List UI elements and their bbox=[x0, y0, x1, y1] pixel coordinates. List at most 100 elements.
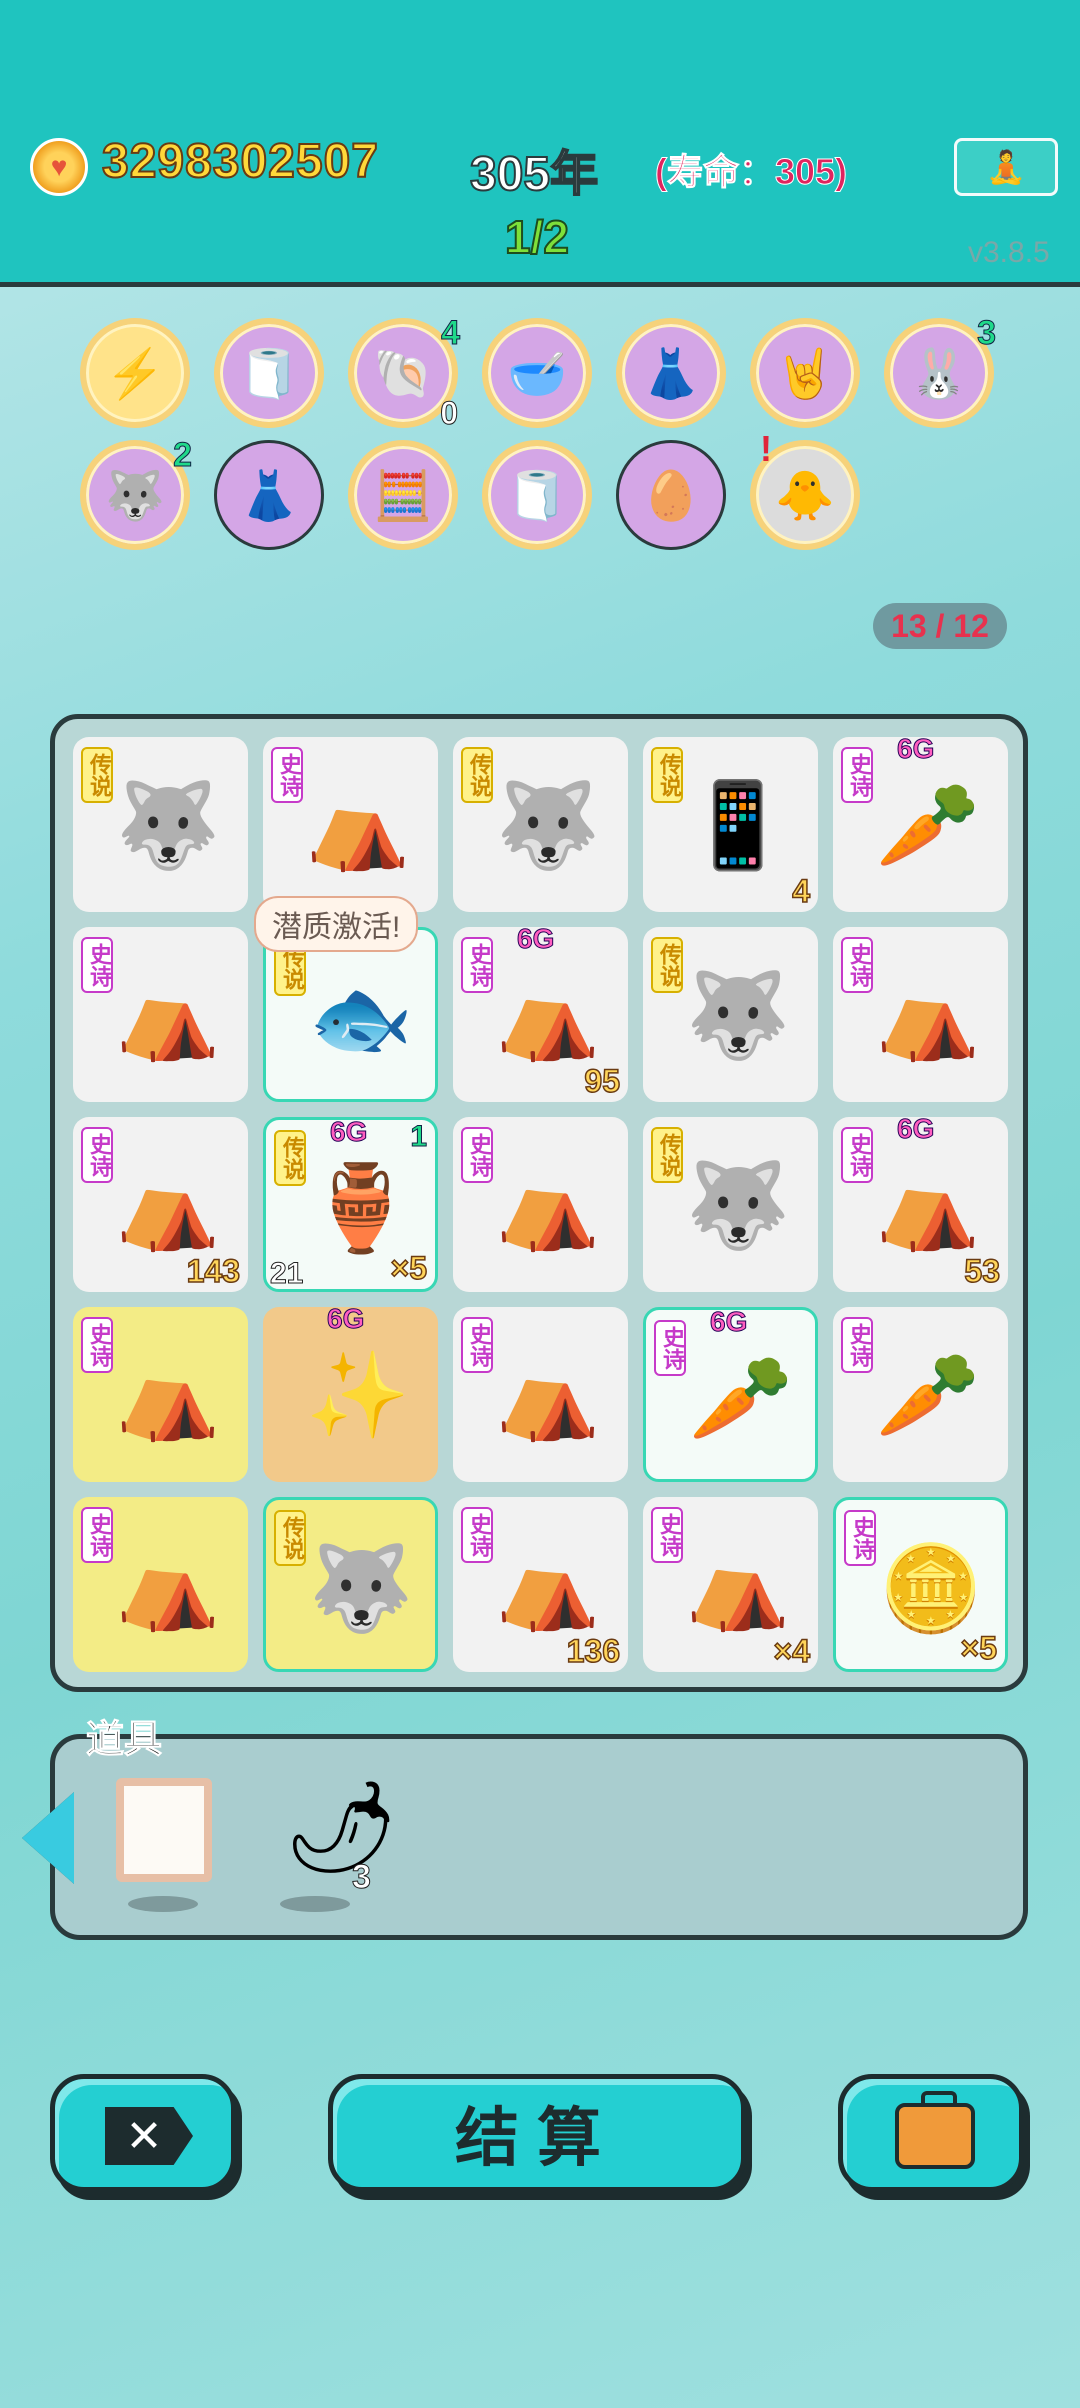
exit-button[interactable]: ✕ bbox=[50, 2074, 236, 2192]
board-cell[interactable]: 史诗 ⛺ 6G 53 bbox=[833, 1113, 1008, 1292]
generation-tag: 6G bbox=[326, 1303, 365, 1335]
badge-lightning[interactable]: ⚡ bbox=[80, 318, 190, 428]
generation-tag: 6G bbox=[896, 1113, 935, 1145]
badge-count: 4 bbox=[441, 314, 461, 353]
item-chili[interactable]: 🌶 bbox=[284, 1778, 398, 1878]
rarity-tag: 传说 bbox=[651, 937, 683, 993]
badge-skirt[interactable]: 👗 bbox=[616, 318, 726, 428]
badge-tissue-box-plain[interactable]: 🧻 bbox=[482, 440, 592, 550]
badge-rock-hand[interactable]: 🤘 bbox=[750, 318, 860, 428]
board-cell[interactable]: 传说 🐺 bbox=[643, 927, 818, 1102]
tissue-box-icon: 🧻 bbox=[239, 347, 299, 401]
briefcase-icon bbox=[895, 2091, 975, 2169]
board-cell[interactable]: ✨ 6G bbox=[263, 1303, 438, 1482]
bowls-icon: 🥣 bbox=[507, 347, 567, 401]
board-cell[interactable]: 史诗 ⛺ bbox=[73, 927, 248, 1102]
board-cell[interactable]: 史诗 🥕 6G bbox=[833, 733, 1008, 912]
badge-tissue-box[interactable]: 🧻 bbox=[214, 318, 324, 428]
badge-subcount: 0 bbox=[440, 395, 459, 432]
chili-pepper-icon: 🌶 bbox=[284, 1778, 399, 1878]
rarity-tag: 史诗 bbox=[461, 1317, 493, 1373]
husky-icon: 🐺 bbox=[105, 469, 165, 523]
husky-moon-icon: 🐺 bbox=[685, 967, 791, 1062]
rarity-tag: 传说 bbox=[651, 747, 683, 803]
rabbit-tent-big-icon: ⛺ bbox=[115, 1537, 221, 1632]
badge-count: 2 bbox=[173, 436, 193, 475]
board-cell[interactable]: 传说 🐺 bbox=[453, 737, 628, 912]
badge-skirt-plain[interactable]: 👗 bbox=[214, 440, 324, 550]
husky-big-icon: 🐺 bbox=[308, 1540, 414, 1635]
rarity-tag: 传说 bbox=[651, 1127, 683, 1183]
lightning-icon: ⚡ bbox=[105, 347, 165, 401]
cell-value: 53 bbox=[964, 1252, 1001, 1290]
badge-count: 3 bbox=[977, 314, 997, 353]
shell-icon: 🐚 bbox=[373, 347, 433, 401]
phone-icon: 📱 bbox=[685, 777, 791, 872]
rarity-tag: 史诗 bbox=[461, 1127, 493, 1183]
board-cell[interactable]: 传说 📱 4 bbox=[643, 737, 818, 912]
cell-value: 95 bbox=[584, 1062, 621, 1100]
board-cell[interactable]: 传说 🏺 6G ×5 21 1 bbox=[263, 1116, 438, 1292]
rarity-tag: 史诗 bbox=[841, 1127, 873, 1183]
board-cell[interactable]: 史诗 ⛺ bbox=[263, 737, 438, 912]
badge-rabbit[interactable]: 🐰 3 bbox=[884, 314, 996, 428]
board-cell[interactable]: 史诗 🥕 bbox=[833, 1307, 1008, 1482]
rarity-tag: 传说 bbox=[81, 747, 113, 803]
cell-value: 136 bbox=[566, 1632, 621, 1670]
rarity-tag: 史诗 bbox=[841, 937, 873, 993]
rarity-tag: 传说 bbox=[461, 747, 493, 803]
generation-tag: 6G bbox=[709, 1306, 748, 1338]
potential-activated-bubble: 潜质激活! bbox=[254, 896, 419, 952]
badge-egg[interactable]: 🥚 bbox=[616, 440, 726, 550]
rabbit-tent-icon: ⛺ bbox=[495, 1537, 601, 1632]
board-cell[interactable]: 史诗 ⛺ 6G 95 bbox=[453, 923, 628, 1102]
badge-chick[interactable]: 🐥! bbox=[750, 428, 860, 550]
meditation-icon: 🧘 bbox=[986, 149, 1026, 185]
settle-button[interactable]: 结算 bbox=[328, 2074, 746, 2192]
board-cell[interactable]: 史诗 ⛺ bbox=[833, 927, 1008, 1102]
board-cell[interactable]: 史诗 ⛺ bbox=[73, 1307, 248, 1482]
board-cell[interactable]: 史诗 ⛺ ×4 bbox=[643, 1497, 818, 1672]
item-frame[interactable] bbox=[116, 1778, 212, 1882]
cell-value: 143 bbox=[186, 1252, 241, 1290]
bag-button[interactable] bbox=[838, 2074, 1024, 2192]
board-cell[interactable]: 史诗 ⛺ 136 bbox=[453, 1497, 628, 1672]
board-cell[interactable]: 史诗 ⛺ 143 bbox=[73, 1117, 248, 1292]
badge-husky[interactable]: 🐺 2 bbox=[80, 436, 192, 550]
badge-shell[interactable]: 🐚 4 0 bbox=[348, 314, 460, 432]
rarity-tag: 史诗 bbox=[461, 937, 493, 993]
rabbit-icon: 🐰 bbox=[909, 347, 969, 401]
cell-value: ×5 bbox=[390, 1249, 428, 1287]
carrot-coin-icon: 🥕 bbox=[875, 1347, 981, 1442]
board-cell[interactable]: 史诗 ⛺ bbox=[453, 1117, 628, 1292]
items-title: 道具 bbox=[85, 1719, 163, 1762]
badge-math-head[interactable]: 🧮 bbox=[348, 440, 458, 550]
skirt-plain-icon: 👗 bbox=[239, 469, 299, 523]
board-cell[interactable]: 传说 🐟 潜质激活! bbox=[254, 896, 438, 1102]
board-cell[interactable]: 史诗 ⛺ bbox=[73, 1497, 248, 1672]
items-prev-arrow[interactable] bbox=[22, 1792, 74, 1884]
alert-icon: ! bbox=[760, 428, 772, 469]
board-cell[interactable]: 史诗 🪙 ×5 bbox=[833, 1497, 1008, 1672]
rabbit-tent-icon: ⛺ bbox=[305, 777, 411, 872]
board-cell[interactable]: 史诗 🥕 6G bbox=[643, 1306, 818, 1482]
board-cell[interactable]: 传说 🐺 bbox=[263, 1497, 438, 1672]
skirt-icon: 👗 bbox=[641, 347, 701, 401]
rabbit-tent-icon: ⛺ bbox=[495, 967, 601, 1062]
board-cell[interactable]: 传说 🐺 bbox=[643, 1117, 818, 1292]
board-cell[interactable]: 传说 🐺 bbox=[73, 737, 248, 912]
sparkle-cross-icon: ✨ bbox=[305, 1347, 411, 1442]
item-shadow bbox=[128, 1896, 198, 1912]
badge-bowls[interactable]: 🥣 bbox=[482, 318, 592, 428]
husky-king-icon: 🐺 bbox=[685, 1157, 791, 1252]
rarity-tag: 传说 bbox=[274, 1510, 306, 1566]
rabbit-tent-icon: ⛺ bbox=[875, 1157, 981, 1252]
generation-tag: 6G bbox=[329, 1116, 368, 1148]
math-head-icon: 🧮 bbox=[373, 469, 433, 523]
meditate-button[interactable]: 🧘 bbox=[954, 138, 1058, 196]
rarity-tag: 史诗 bbox=[654, 1320, 686, 1376]
generation-tag: 6G bbox=[516, 923, 555, 955]
rarity-tag: 史诗 bbox=[841, 1317, 873, 1373]
rarity-tag: 史诗 bbox=[271, 747, 303, 803]
board-cell[interactable]: 史诗 ⛺ bbox=[453, 1307, 628, 1482]
